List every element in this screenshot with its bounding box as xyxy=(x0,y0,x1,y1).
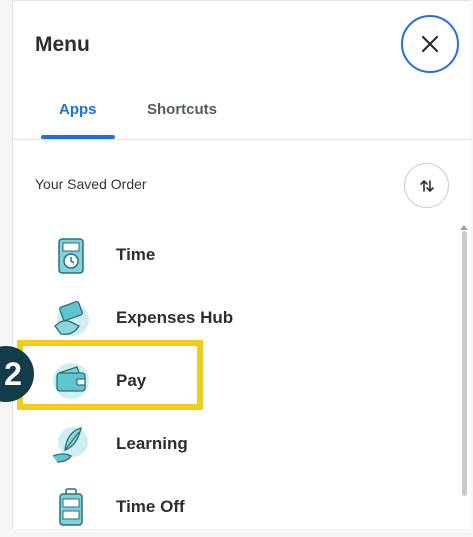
menu-tabs: Apps Shortcuts xyxy=(13,89,472,140)
time-clock-icon xyxy=(58,238,84,274)
menu-panel: Menu Apps Shortcuts Your Saved Order Tim… xyxy=(12,0,472,529)
scrollbar[interactable] xyxy=(462,231,467,496)
list-item-label: Time xyxy=(116,245,156,264)
list-item-time-off[interactable]: Time Off xyxy=(13,477,453,537)
expenses-hub-icon xyxy=(54,300,89,336)
saved-order-label: Your Saved Order xyxy=(35,176,147,192)
step-highlight-box xyxy=(17,340,203,410)
list-item-label: Time Off xyxy=(116,497,185,516)
sort-arrows-icon xyxy=(419,179,434,192)
close-button[interactable] xyxy=(401,15,459,73)
tab-shortcuts[interactable]: Shortcuts xyxy=(147,101,217,118)
close-icon xyxy=(421,35,439,53)
scroll-up-arrow[interactable] xyxy=(460,225,468,230)
learning-feather-icon xyxy=(52,427,88,463)
suitcase-icon xyxy=(59,488,83,526)
list-item-label: Expenses Hub xyxy=(116,308,234,327)
reorder-button[interactable] xyxy=(404,163,449,208)
list-item-time[interactable]: Time xyxy=(13,225,453,285)
active-tab-indicator xyxy=(41,135,115,139)
menu-title: Menu xyxy=(35,33,90,56)
list-item-expenses-hub[interactable]: Expenses Hub xyxy=(13,288,453,348)
list-item-learning[interactable]: Learning xyxy=(13,414,453,474)
list-item-label: Learning xyxy=(116,434,188,453)
tab-apps[interactable]: Apps xyxy=(59,101,97,118)
